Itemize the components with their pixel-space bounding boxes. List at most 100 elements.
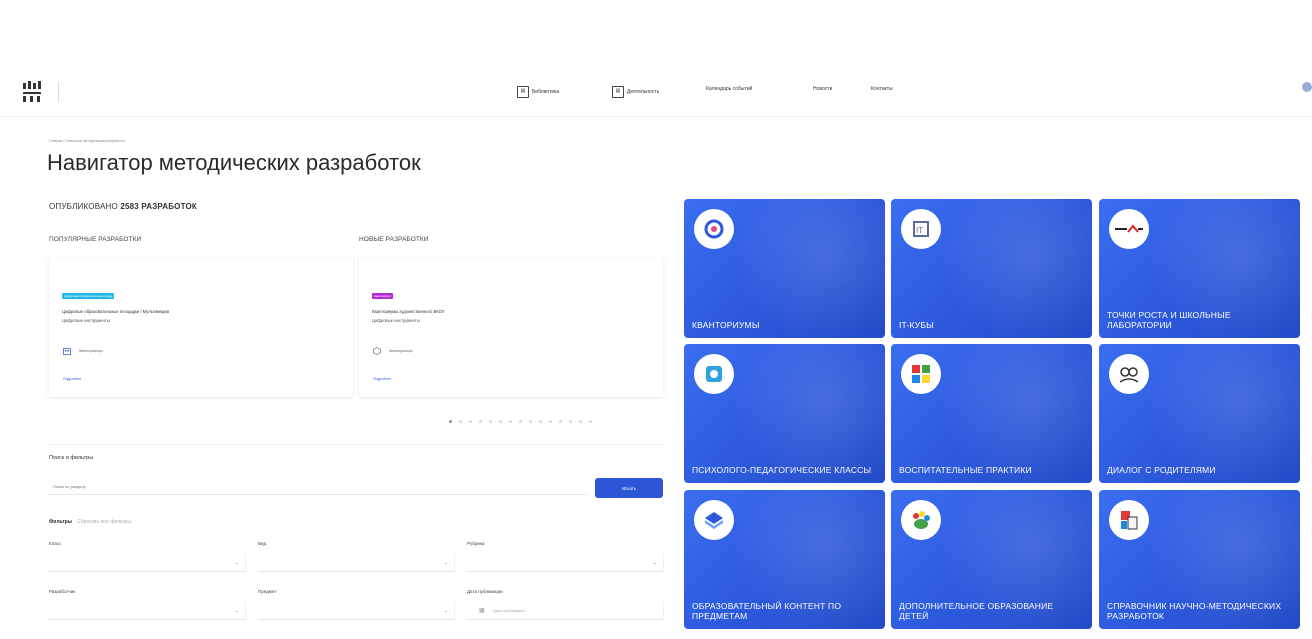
filter-type[interactable]: Вид ⌄ (258, 541, 456, 575)
new-card[interactable]: Кванториум Кванториумы художественного В… (359, 257, 663, 397)
tile-psychology-classes[interactable]: ПСИХОЛОГО-ПЕДАГОГИЧЕСКИЕ КЛАССЫ (684, 344, 885, 483)
new-title: НОВЫЕ РАЗРАБОТКИ (359, 236, 429, 243)
dialog-parents-logo-icon (1109, 354, 1149, 394)
chevron-down-icon: ⌄ (234, 560, 239, 566)
card-details-link[interactable]: Подробнее (373, 377, 391, 381)
calendar-icon: ▦ (479, 608, 485, 614)
filter-select[interactable]: ⌄ (467, 553, 664, 572)
published-prefix: ОПУБЛИКОВАНО (49, 202, 118, 211)
tile-label: КВАНТОРИУМЫ (692, 320, 760, 330)
psychology-classes-logo-icon (694, 354, 734, 394)
carousel-dot[interactable] (579, 420, 582, 423)
carousel-dot[interactable] (539, 420, 542, 423)
carousel-dot[interactable] (549, 420, 552, 423)
tile-education-practices[interactable]: ВОСПИТАТЕЛЬНЫЕ ПРАКТИКИ (891, 344, 1092, 483)
filter-label: Вид (258, 541, 267, 546)
carousel-dot[interactable] (529, 420, 532, 423)
nav-item-library[interactable]: ▤ Библиотека (517, 86, 559, 98)
tile-handbook[interactable]: СПРАВОЧНИК НАУЧНО-МЕТОДИЧЕСКИХ РАЗРАБОТО… (1099, 490, 1300, 629)
carousel-dots[interactable] (449, 420, 592, 423)
tochki-rosta-logo-icon (1109, 209, 1149, 249)
filter-date-input[interactable]: Дата публикации ▦ (467, 601, 664, 620)
filter-label: Рубрика (467, 541, 485, 546)
chevron-down-icon: ⌄ (234, 608, 239, 614)
kvantorium-logo-icon (694, 209, 734, 249)
edu-content-logo-icon (694, 500, 734, 540)
tile-edu-content[interactable]: ОБРАЗОВАТЕЛЬНЫЙ КОНТЕНТ ПО ПРЕДМЕТАМ (684, 490, 885, 629)
tile-kvantorium[interactable]: КВАНТОРИУМЫ (684, 199, 885, 338)
nav-item-calendar[interactable]: Календарь событий (706, 86, 752, 92)
search-title: Поиск и фильтры (49, 455, 94, 461)
carousel-dot[interactable] (469, 420, 472, 423)
card-title[interactable]: Цифровые образовательные площадки / Муль… (62, 309, 292, 314)
carousel-dot[interactable] (459, 420, 462, 423)
hexagon-icon (373, 347, 381, 355)
date-placeholder: Дата публикации (493, 608, 525, 613)
nav-item-label: Библиотека (532, 89, 560, 95)
tile-label: ПСИХОЛОГО-ПЕДАГОГИЧЕСКИЕ КЛАССЫ (692, 465, 872, 475)
search-input[interactable] (49, 479, 587, 495)
card-details-link[interactable]: Подробнее (63, 377, 81, 381)
tile-it-cube[interactable]: IT IT-КУБЫ (891, 199, 1092, 338)
filter-select[interactable]: ⌄ (258, 553, 455, 572)
nav-item-label: Календарь событий (706, 86, 753, 92)
carousel-dot[interactable] (499, 420, 502, 423)
filter-label: Разработчик (49, 589, 76, 594)
filter-label: Предмет (258, 589, 277, 594)
carousel-dot[interactable] (489, 420, 492, 423)
filter-select[interactable]: ⌄ (258, 601, 455, 620)
tile-label: ДИАЛОГ С РОДИТЕЛЯМИ (1107, 465, 1216, 475)
tile-additional-education[interactable]: ДОПОЛНИТЕЛЬНОЕ ОБРАЗОВАНИЕ ДЕТЕЙ (891, 490, 1092, 629)
popular-card[interactable]: Цифровая образовательная среда Цифровые … (49, 257, 353, 397)
filter-label: Класс (49, 541, 62, 546)
filter-developer[interactable]: Разработчик ⌄ (49, 589, 247, 623)
filter-label: Дата публикации (467, 589, 503, 594)
tile-tochki-rosta[interactable]: ТОЧКИ РОСТА И ШКОЛЬНЫЕ ЛАБОРАТОРИИ (1099, 199, 1300, 338)
category-badge: Цифровая образовательная среда (62, 293, 115, 299)
carousel-dot[interactable] (519, 420, 522, 423)
building-icon (63, 348, 71, 355)
nav-item-label: Новости (813, 86, 833, 92)
search-block: Поиск и фильтры Искать (49, 444, 663, 505)
breadcrumb[interactable]: Главная / Навигатор методических разрабо… (49, 139, 125, 143)
card-meta: Кванторианцы (389, 349, 413, 353)
filter-select[interactable]: ⌄ (49, 601, 246, 620)
carousel-dot[interactable] (569, 420, 572, 423)
reset-filters-link[interactable]: Сбросить все фильтры (77, 519, 131, 525)
filter-subject[interactable]: Предмет ⌄ (258, 589, 456, 623)
published-number: 2583 (120, 202, 139, 211)
nav-item-activity[interactable]: ▤ Деятельность (612, 86, 659, 98)
card-meta: Кванторианцы (79, 349, 103, 353)
chevron-down-icon: ⌄ (443, 560, 448, 566)
library-icon: ▤ (517, 86, 529, 98)
handbook-logo-icon (1109, 500, 1149, 540)
site-header: ▤ Библиотека ▤ Деятельность Календарь со… (0, 70, 1312, 117)
category-badge: Кванториум (372, 293, 393, 299)
filter-date[interactable]: Дата публикации Дата публикации ▦ (467, 589, 665, 623)
nav-item-contacts[interactable]: Контакты (871, 86, 893, 92)
search-button[interactable]: Искать (595, 478, 663, 498)
tile-label: СПРАВОЧНИК НАУЧНО-МЕТОДИЧЕСКИХ РАЗРАБОТО… (1107, 601, 1282, 621)
popular-title: ПОПУЛЯРНЫЕ РАЗРАБОТКИ (49, 236, 142, 243)
user-avatar-icon[interactable] (1302, 82, 1312, 92)
tile-label: IT-КУБЫ (899, 320, 934, 330)
chevron-down-icon: ⌄ (652, 560, 657, 566)
carousel-dot[interactable] (509, 420, 512, 423)
carousel-dot[interactable] (589, 420, 592, 423)
activity-icon: ▤ (612, 86, 624, 98)
education-practices-logo-icon (901, 354, 941, 394)
carousel-dot[interactable] (449, 420, 452, 423)
filter-class[interactable]: Класс ⌄ (49, 541, 247, 575)
filters-header: Фильтры Сбросить все фильтры (49, 519, 131, 525)
card-title[interactable]: Кванториумы художественного ВКОУ (372, 309, 602, 314)
carousel-dot[interactable] (479, 420, 482, 423)
filter-select[interactable]: ⌄ (49, 553, 246, 572)
it-cube-logo-icon: IT (901, 209, 941, 249)
tile-dialog-parents[interactable]: ДИАЛОГ С РОДИТЕЛЯМИ (1099, 344, 1300, 483)
main-nav: ▤ Библиотека ▤ Деятельность Календарь со… (0, 86, 1312, 100)
filter-rubric[interactable]: Рубрика ⌄ (467, 541, 665, 575)
nav-item-label: Контакты (871, 86, 893, 92)
carousel-dot[interactable] (559, 420, 562, 423)
nav-item-news[interactable]: Новости (813, 86, 832, 92)
svg-text:IT: IT (916, 226, 923, 235)
